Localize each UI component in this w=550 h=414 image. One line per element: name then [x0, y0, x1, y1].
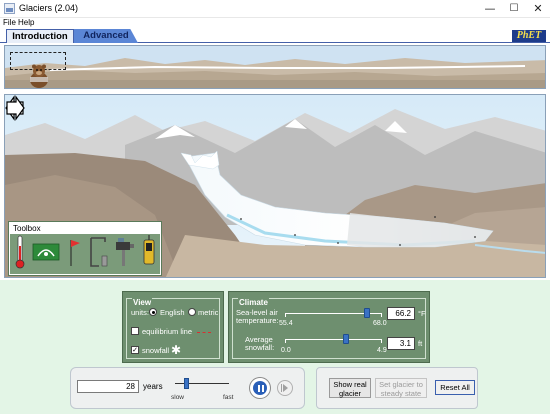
title-bar: Glaciers (2.04) — ☐ ✕: [0, 0, 550, 18]
climate-panel: Climate Sea-level air temperature: 55.4 …: [228, 291, 430, 363]
set-steady-state-label-line2: steady state: [380, 389, 422, 398]
temperature-min-label: 55.4: [279, 320, 293, 327]
close-button[interactable]: ✕: [526, 0, 550, 18]
ice-drill-icon[interactable]: [114, 234, 136, 270]
show-real-glacier-label-line1: Show real: [333, 380, 367, 389]
snowfall-unit: ft: [418, 339, 423, 348]
snowflake-icon: ✱: [171, 343, 182, 357]
scroll-right-arrow-icon[interactable]: [5, 95, 25, 121]
units-metric-label[interactable]: metric: [198, 308, 218, 317]
view-panel-frame: View units: English metric equilibrium l…: [126, 298, 220, 359]
glacier-view[interactable]: Toolbox: [4, 94, 546, 278]
climate-panel-title: Climate: [238, 298, 269, 307]
temperature-slider-tick-min: [285, 313, 286, 317]
units-label: units:: [131, 308, 149, 317]
snowfall-min-label: 0.0: [281, 347, 291, 354]
window-title: Glaciers (2.04): [19, 3, 79, 13]
snowfall-slider-tick-min: [285, 339, 286, 343]
units-english-radio[interactable]: [149, 308, 157, 316]
snowfall-slider-track[interactable]: [285, 339, 381, 340]
control-area: View units: English metric equilibrium l…: [0, 280, 550, 414]
mini-map[interactable]: [4, 45, 546, 89]
temperature-label-line2: temperature:: [236, 316, 279, 325]
speed-slow-label: slow: [171, 394, 185, 401]
snowfall-slider-tick-max: [381, 339, 382, 343]
reset-all-button[interactable]: Reset All: [435, 380, 475, 395]
pause-icon: [258, 385, 260, 392]
pause-button[interactable]: [249, 377, 271, 399]
borehole-drill-frame-icon[interactable]: [88, 234, 110, 270]
temperature-unit: °F: [418, 309, 426, 318]
temperature-field[interactable]: 66.2: [387, 307, 415, 320]
speed-slider-thumb[interactable]: [183, 378, 189, 389]
equilibrium-line-checkbox[interactable]: [131, 327, 139, 335]
set-steady-state-button[interactable]: Set glacier to steady state: [375, 378, 427, 398]
tab-strip: Introduction Advanced: [0, 28, 550, 43]
maximize-button[interactable]: ☐: [502, 0, 526, 18]
snowfall-max-label: 4.9: [377, 347, 387, 354]
gps-receiver-icon[interactable]: [142, 234, 156, 270]
action-buttons: Show real glacier Set glacier to steady …: [316, 367, 478, 409]
toolbox: Toolbox: [8, 221, 162, 276]
climate-panel-frame: Climate Sea-level air temperature: 55.4 …: [232, 298, 426, 359]
show-real-glacier-button[interactable]: Show real glacier: [329, 378, 371, 398]
phet-logo: PhET: [512, 30, 546, 42]
show-real-glacier-label-line2: glacier: [338, 389, 362, 398]
temperature-slider-thumb[interactable]: [364, 308, 371, 318]
equilibrium-line-swatch: [197, 332, 211, 333]
units-metric-radio[interactable]: [188, 308, 196, 316]
pause-icon-bar: [262, 385, 264, 392]
units-english-label[interactable]: English: [160, 308, 185, 317]
years-field[interactable]: 28: [77, 380, 139, 393]
equilibrium-line-label[interactable]: equilibrium line: [142, 327, 192, 336]
snowfall-checkbox[interactable]: ✓: [131, 346, 139, 354]
app-icon: [4, 3, 15, 14]
tab-advanced[interactable]: Advanced: [74, 29, 138, 43]
mini-map-landscape: [5, 46, 545, 88]
snowfall-slider-thumb[interactable]: [342, 334, 349, 344]
minimize-button[interactable]: —: [478, 0, 502, 18]
toolbox-label: Toolbox: [13, 224, 41, 233]
set-steady-state-label-line1: Set glacier to: [379, 380, 423, 389]
speed-fast-label: fast: [223, 394, 234, 401]
thermometer-icon[interactable]: [14, 234, 26, 270]
menu-file[interactable]: File: [3, 18, 16, 28]
snowfall-field[interactable]: 3.1: [387, 337, 415, 350]
menu-help[interactable]: Help: [18, 18, 34, 28]
snowfall-label[interactable]: snowfall: [142, 346, 169, 355]
clock-controls: 28 years slow fast: [70, 367, 305, 409]
temperature-slider-tick-max: [381, 313, 382, 317]
flag-icon[interactable]: [66, 234, 82, 270]
step-button[interactable]: [277, 380, 293, 396]
toolbox-tray: [10, 234, 160, 274]
glacial-budget-meter-icon[interactable]: [32, 234, 60, 270]
temperature-max-label: 68.0: [373, 320, 387, 327]
bear-icon: [30, 64, 48, 88]
snowfall-rate-label-line2: snowfall:: [245, 343, 275, 352]
view-panel: View units: English metric equilibrium l…: [122, 291, 224, 363]
tab-introduction[interactable]: Introduction: [6, 29, 74, 43]
years-label: years: [143, 382, 163, 391]
menu-bar: File Help: [0, 18, 550, 28]
view-panel-title: View: [132, 298, 153, 307]
